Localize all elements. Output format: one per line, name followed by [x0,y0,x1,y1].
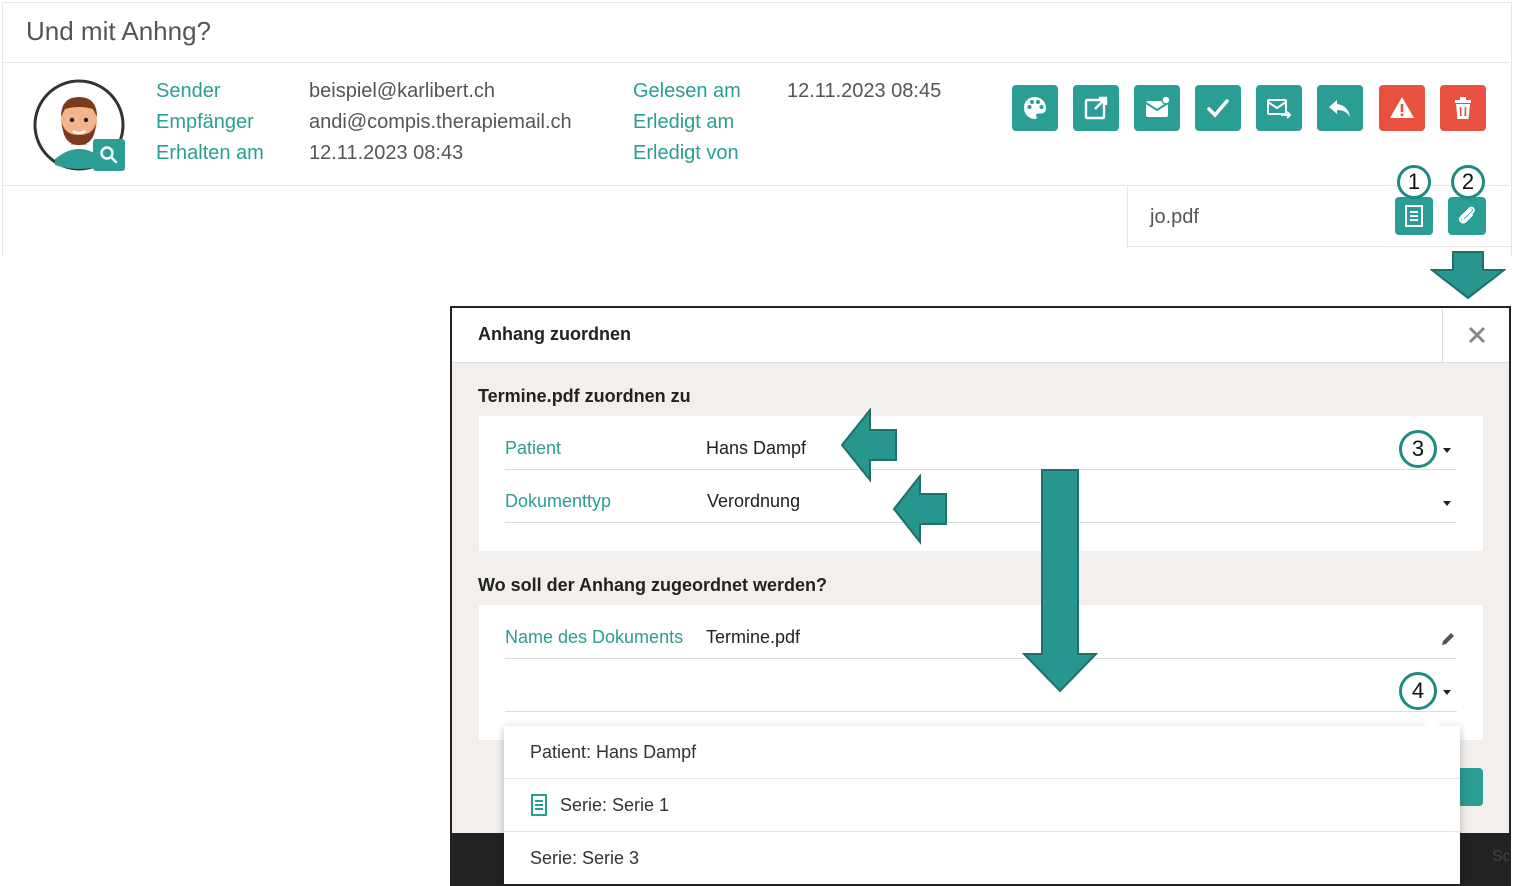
destination-underline [505,711,1457,712]
series-document-icon [531,794,547,816]
callout-1: 1 [1397,165,1431,199]
warning-icon [1390,97,1414,118]
patient-underline [505,469,1457,470]
dialog-close-button[interactable] [1442,308,1509,362]
callout-3: 3 [1399,430,1437,468]
pencil-icon[interactable] [1439,630,1457,648]
dropdown-item-patient[interactable]: Patient: Hans Dampf [504,726,1460,779]
done-label: Erledigt am [633,111,735,133]
patient-select[interactable]: Hans Dampf [706,438,806,459]
callout-4: 4 [1399,672,1437,710]
section-destination-title: Wo soll der Anhang zugeordnet werden? [478,575,828,595]
assign-to-card [479,416,1483,551]
doctype-chevron-down-icon[interactable] [1443,501,1451,506]
sender-value: beispiel@karlibert.ch [309,80,495,102]
received-label: Erhalten am [156,142,264,164]
warning-button[interactable] [1379,85,1425,131]
docname-input[interactable]: Termine.pdf [706,627,800,648]
palette-button[interactable] [1012,85,1058,131]
trash-icon [1455,97,1471,119]
dropdown-item-serie-3[interactable]: Serie: Serie 3 [504,832,1460,884]
doctype-select[interactable]: Verordnung [707,491,800,512]
left-arrow-annotation-icon [840,408,897,483]
attachment-filename[interactable]: jo.pdf [1150,206,1199,229]
mark-unread-button[interactable] [1134,85,1180,131]
document-icon [1405,205,1423,227]
patient-chevron-down-icon[interactable] [1443,448,1451,453]
section-assign-to-title: Termine.pdf zuordnen zu [478,386,691,406]
long-down-arrow-annotation-icon [1022,469,1098,693]
sender-label: Sender [156,80,221,102]
destination-dropdown-menu: Patient: Hans Dampf Serie: Serie 1 Serie… [504,717,1460,884]
destination-card [479,605,1483,740]
done-by-label: Erledigt von [633,142,739,164]
doctype-label: Dokumenttyp [505,491,612,511]
docname-label: Name des Dokuments [505,627,684,647]
docname-underline [505,658,1457,659]
patient-label: Patient [505,438,562,458]
open-external-icon [1084,96,1108,120]
down-arrow-annotation-icon [1430,251,1506,300]
search-icon [100,146,118,164]
recipient-label: Empfänger [156,111,254,133]
reply-button[interactable] [1317,85,1363,131]
delete-button[interactable] [1440,85,1486,131]
open-external-button[interactable] [1073,85,1119,131]
page-title: Und mit Anhng? [26,16,212,46]
attachment-view-button[interactable] [1395,197,1433,235]
forward-mail-button[interactable] [1256,85,1302,131]
mark-unread-icon [1145,95,1171,117]
dialog-title: Anhang zuordnen [478,324,631,344]
dropdown-item-serie-1[interactable]: Serie: Serie 1 [504,779,1460,832]
dropdown-item-label: Patient: Hans Dampf [530,741,697,762]
read-value: 12.11.2023 08:45 [787,80,942,102]
title-bar [2,2,1510,63]
avatar-search-badge[interactable] [93,139,125,171]
check-icon [1207,99,1229,118]
recipient-value: andi@compis.therapiemail.ch [309,111,572,133]
received-value: 12.11.2023 08:43 [309,142,464,164]
callout-2: 2 [1451,165,1485,199]
dropdown-item-label: Serie: Serie 3 [530,847,640,868]
paperclip-icon [1459,206,1475,224]
left-arrow-annotation-icon [892,474,947,545]
forward-mail-icon [1267,99,1292,119]
destination-chevron-down-icon[interactable] [1443,690,1451,695]
dropdown-item-label: Serie: Serie 1 [560,794,670,815]
assign-attachment-dialog: Anhang zuordnen Termine.pdf zuordnen zu … [450,306,1511,886]
attachment-assign-button[interactable] [1448,197,1486,235]
palette-icon [1024,97,1046,119]
reply-icon [1329,100,1350,117]
read-label: Gelesen am [633,80,741,102]
mark-done-button[interactable] [1195,85,1241,131]
doctype-underline [505,522,1457,523]
close-icon [1468,326,1485,344]
footer-text-fragment: Sc [1492,848,1511,865]
